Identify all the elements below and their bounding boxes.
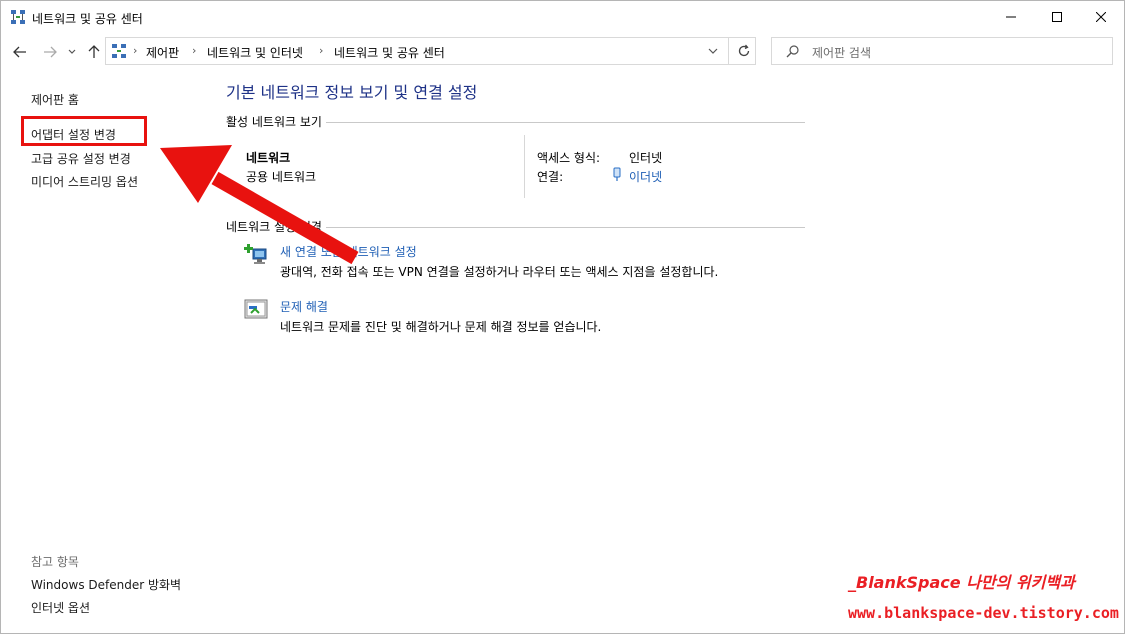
window-title: 네트워크 및 공유 센터 xyxy=(32,12,143,26)
close-button[interactable] xyxy=(1078,1,1124,32)
forward-arrow-icon xyxy=(44,46,57,58)
refresh-icon[interactable] xyxy=(737,44,751,58)
access-type-label: 액세스 형식: xyxy=(537,151,601,165)
search-placeholder: 제어판 검색 xyxy=(812,46,872,60)
address-divider xyxy=(728,38,729,64)
maximize-button[interactable] xyxy=(1034,1,1080,32)
search-icon xyxy=(786,45,799,58)
page-title: 기본 네트워크 정보 보기 및 연결 설정 xyxy=(226,83,478,102)
chevron-down-icon xyxy=(68,49,76,54)
back-button[interactable] xyxy=(11,43,29,61)
sidebar-item-internet-options[interactable]: 인터넷 옵션 xyxy=(31,599,90,616)
watermark-title: _BlankSpace 나만의 위키백과 xyxy=(848,573,1075,592)
recent-locations-button[interactable] xyxy=(66,43,78,61)
new-connection-link[interactable]: 새 연결 또는 네트워크 설정 xyxy=(280,243,417,260)
troubleshoot-description: 네트워크 문제를 진단 및 해결하거나 문제 해결 정보를 얻습니다. xyxy=(280,320,602,334)
ethernet-icon xyxy=(613,167,621,181)
address-bar[interactable]: › 제어판 › 네트워크 및 인터넷 › 네트워크 및 공유 센터 xyxy=(105,37,756,65)
see-also-header: 참고 항목 xyxy=(31,555,79,569)
network-name: 네트워크 xyxy=(246,151,291,165)
up-button[interactable] xyxy=(85,43,103,61)
change-network-settings-header: 네트워크 설정 변경 xyxy=(226,218,326,235)
new-connection-icon xyxy=(244,244,267,264)
search-input[interactable]: 제어판 검색 xyxy=(771,37,1113,65)
maximize-icon xyxy=(1052,11,1062,22)
minimize-button[interactable] xyxy=(988,1,1034,32)
connection-label: 연결: xyxy=(537,170,564,184)
red-highlight-box xyxy=(21,116,147,146)
new-connection-description: 광대역, 전화 접속 또는 VPN 연결을 설정하거나 라우터 또는 액세스 지… xyxy=(280,265,719,279)
troubleshoot-link[interactable]: 문제 해결 xyxy=(280,298,328,315)
control-panel-icon xyxy=(112,44,126,58)
breadcrumb-separator-icon: › xyxy=(133,44,138,57)
breadcrumb-network-sharing-center[interactable]: 네트워크 및 공유 센터 xyxy=(334,44,445,61)
active-networks-header: 활성 네트워크 보기 xyxy=(226,113,326,130)
breadcrumb-control-panel[interactable]: 제어판 xyxy=(146,44,179,61)
chevron-down-icon[interactable] xyxy=(708,48,718,55)
network-type-link: 공용 네트워크 xyxy=(246,170,317,184)
back-arrow-icon xyxy=(13,46,26,58)
ethernet-connection-link[interactable]: 이더넷 xyxy=(629,168,662,185)
breadcrumb-separator-icon: › xyxy=(319,44,324,57)
watermark-url: www.blankspace-dev.tistory.com xyxy=(848,604,1119,622)
network-sharing-icon xyxy=(11,10,25,24)
sidebar-item-media-streaming-options[interactable]: 미디어 스트리밍 옵션 xyxy=(31,173,138,190)
sidebar-item-advanced-sharing-settings[interactable]: 고급 공유 설정 변경 xyxy=(31,150,131,167)
navigation-bar: › 제어판 › 네트워크 및 인터넷 › 네트워크 및 공유 센터 제어판 검색 xyxy=(1,35,1124,69)
troubleshoot-icon xyxy=(244,299,268,319)
control-panel-window: 네트워크 및 공유 센터 › 제어판 › 네트워크 및 인터넷 › 네트워크 및… xyxy=(0,0,1125,634)
minimize-icon xyxy=(1006,16,1016,17)
access-type-value: 인터넷 xyxy=(629,151,663,165)
close-icon xyxy=(1096,11,1106,22)
title-bar: 네트워크 및 공유 센터 xyxy=(1,1,1124,32)
sidebar-item-windows-defender-firewall[interactable]: Windows Defender 방화벽 xyxy=(31,576,181,593)
vertical-divider xyxy=(524,135,525,198)
up-arrow-icon xyxy=(88,45,100,58)
breadcrumb-network-internet[interactable]: 네트워크 및 인터넷 xyxy=(207,44,303,61)
breadcrumb-separator-icon: › xyxy=(192,44,197,57)
sidebar-item-control-panel-home[interactable]: 제어판 홈 xyxy=(31,91,79,108)
forward-button[interactable] xyxy=(41,43,59,61)
